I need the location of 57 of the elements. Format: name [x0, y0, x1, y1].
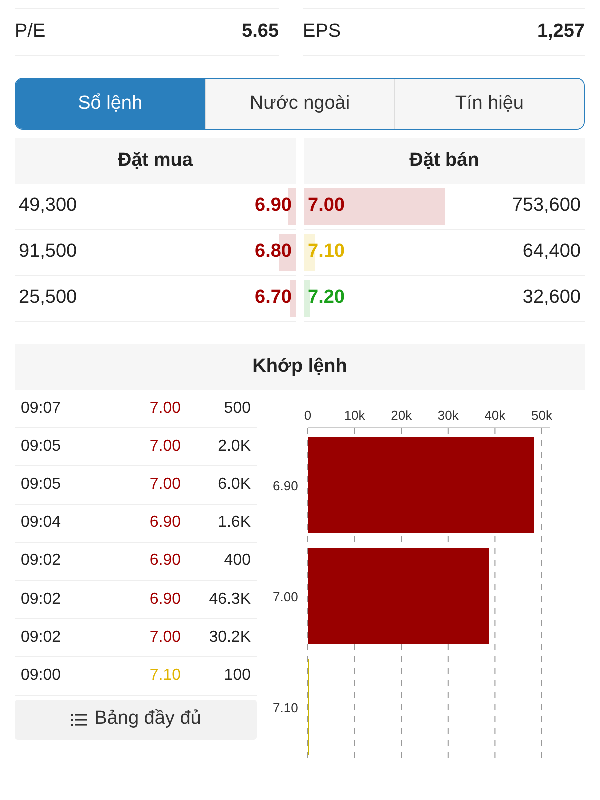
axis-tick-label: 30k	[438, 408, 459, 423]
trade-price: 6.90	[148, 590, 181, 610]
trade-time: 09:07	[21, 398, 62, 419]
trade-price: 7.00	[148, 474, 181, 495]
column-header: Đặt bán	[304, 138, 585, 184]
trade-volume: 46.3K	[208, 590, 251, 610]
ask-volume: 32,600	[522, 286, 581, 310]
trade-time: 09:05	[21, 474, 62, 495]
axis-tick-label: 50k	[532, 408, 552, 423]
ask-price: 7.20	[307, 286, 345, 310]
trade-price: 7.00	[148, 398, 181, 419]
trade-time: 09:05	[21, 436, 62, 457]
bid-volume: 91,500	[19, 240, 78, 264]
bid-price: 6.90	[255, 194, 293, 218]
trade-volume: 100	[223, 666, 251, 686]
bid-volume: 25,500	[19, 286, 78, 310]
stat-value: 1,257	[537, 20, 585, 44]
tab[interactable]: Nước ngoài	[204, 79, 394, 129]
bid-price: 6.80	[255, 240, 293, 264]
trade-volume: 1.6K	[217, 513, 251, 534]
trade-volume: 2.0K	[217, 436, 251, 457]
trade-volume: 30.2K	[208, 628, 251, 648]
tab[interactable]: Tín hiệu	[394, 79, 584, 129]
trade-time: 09:02	[21, 551, 62, 572]
trade-volume: 500	[223, 398, 251, 419]
axis-category-label: 6.90	[273, 478, 298, 494]
axis-tick-label: 20k	[391, 408, 412, 423]
section-title: Khớp lệnh	[15, 344, 585, 390]
axis-tick-label: 0	[304, 408, 312, 423]
list-icon	[70, 712, 87, 726]
stat-label: P/E	[15, 20, 46, 44]
tab[interactable]: Sổ lệnh	[16, 79, 205, 129]
trade-price: 7.10	[148, 666, 181, 686]
trade-price: 7.00	[148, 628, 181, 648]
trade-price: 6.90	[148, 551, 181, 572]
trade-price: 7.00	[148, 436, 181, 457]
axis-category-label: 7.00	[273, 590, 298, 604]
bid-price: 6.70	[255, 286, 293, 310]
trade-time: 09:02	[21, 628, 62, 648]
ask-price: 7.10	[307, 240, 345, 264]
ask-price: 7.00	[307, 194, 345, 218]
axis-category-label: 7.10	[273, 700, 298, 716]
column-header: Đặt mua	[15, 138, 296, 184]
trade-volume: 6.0K	[217, 474, 251, 495]
stat-value: 5.65	[242, 20, 280, 44]
full-table-button[interactable]: Bảng đầy đủ	[15, 700, 257, 740]
ask-volume: 753,600	[512, 194, 581, 218]
axis-tick-label: 40k	[484, 408, 506, 423]
stat-label: EPS	[303, 20, 342, 44]
trade-volume: 400	[223, 551, 251, 572]
axis-tick-label: 10k	[344, 408, 366, 423]
bid-volume: 49,300	[19, 194, 78, 218]
trade-time: 09:04	[21, 513, 62, 534]
trade-price: 6.90	[148, 513, 181, 534]
trade-time: 09:00	[21, 666, 62, 686]
trade-time: 09:02	[21, 590, 62, 610]
ask-volume: 64,400	[522, 240, 581, 264]
